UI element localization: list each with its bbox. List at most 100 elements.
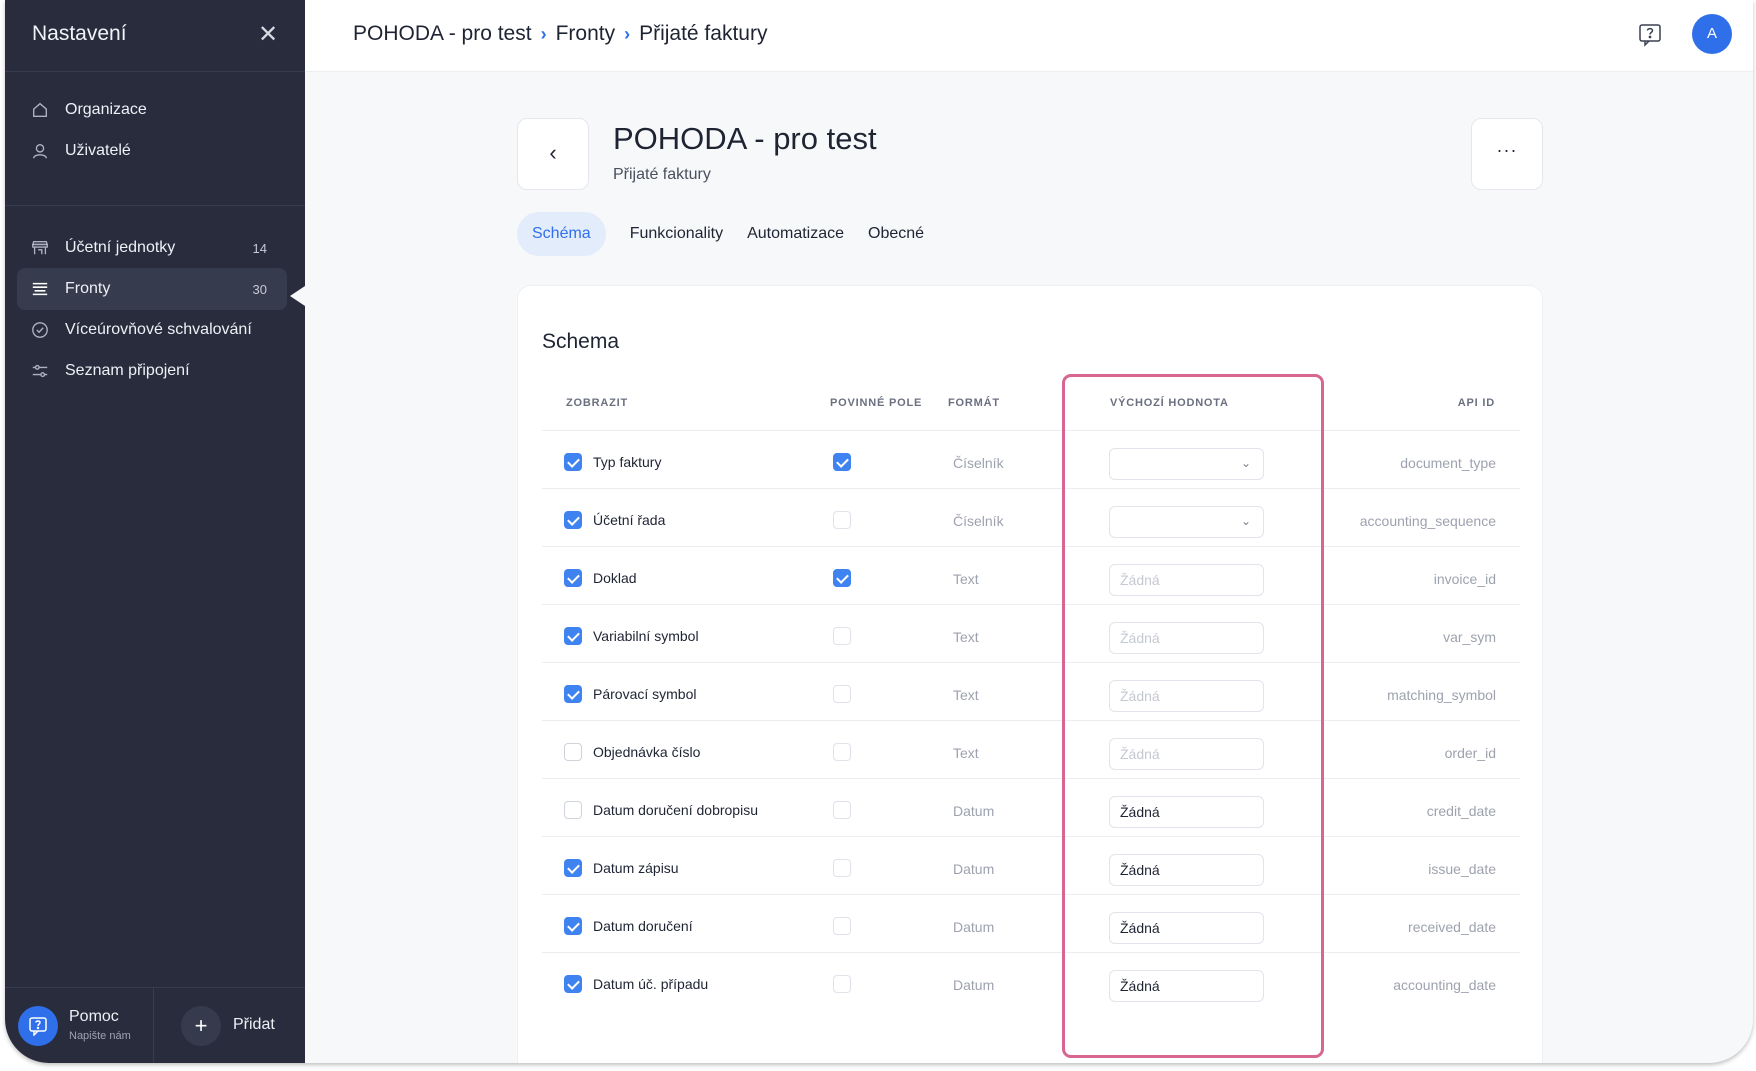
chat-help-icon <box>1639 24 1661 47</box>
column-header-required: POVINNÉ POLE <box>830 397 923 409</box>
sidebar-item-fronty[interactable]: Fronty 30 <box>17 268 287 310</box>
required-checkbox[interactable] <box>833 569 851 587</box>
field-name: Variabilní symbol <box>593 628 699 644</box>
show-checkbox[interactable] <box>564 627 582 645</box>
show-checkbox[interactable] <box>564 569 582 587</box>
tab-funkcionality[interactable]: Funkcionality <box>618 212 735 256</box>
api-id: received_date <box>1408 919 1496 935</box>
required-checkbox[interactable] <box>833 917 851 935</box>
sidebar-item-organizace[interactable]: Organizace <box>17 89 287 131</box>
table-row: Párovací symbol Text Žádná matching_symbol <box>542 662 1520 727</box>
add-label[interactable]: Přidat <box>233 1016 275 1034</box>
breadcrumb-item-account[interactable]: POHODA - pro test <box>353 22 532 46</box>
sidebar-item-label: Seznam připojení <box>65 362 190 379</box>
user-icon <box>30 141 50 161</box>
sidebar-item-label: Organizace <box>65 101 147 118</box>
help-button[interactable] <box>18 1006 58 1046</box>
column-header-format: FORMÁT <box>948 397 1000 409</box>
list-icon <box>30 279 50 299</box>
api-id: order_id <box>1444 745 1496 761</box>
default-value-select[interactable]: ⌄ <box>1109 506 1264 538</box>
app-window: Nastavení ✕ Organizace Uživatelé Účetní … <box>5 0 1753 1063</box>
page-title: POHODA - pro test <box>613 121 877 156</box>
required-checkbox[interactable] <box>833 859 851 877</box>
api-id: credit_date <box>1426 803 1496 819</box>
show-checkbox[interactable] <box>564 511 582 529</box>
sidebar-item-label: Účetní jednotky <box>65 239 176 256</box>
tab-automatizace[interactable]: Automatizace <box>735 212 856 256</box>
sidebar-item-ucetni-jednotky[interactable]: Účetní jednotky 14 <box>17 227 287 269</box>
default-value-input[interactable]: Žádná <box>1109 970 1264 1002</box>
field-name: Datum doručení <box>593 918 693 934</box>
tab-schema[interactable]: Schéma <box>517 212 606 256</box>
field-format: Datum <box>953 977 995 993</box>
show-checkbox[interactable] <box>564 917 582 935</box>
required-checkbox[interactable] <box>833 743 851 761</box>
default-value-input[interactable]: Žádná <box>1109 564 1264 596</box>
required-checkbox[interactable] <box>833 685 851 703</box>
show-checkbox[interactable] <box>564 801 582 819</box>
table-row: Doklad Text Žádná invoice_id <box>542 546 1520 611</box>
more-options-button[interactable]: ··· <box>1471 118 1543 190</box>
chevron-left-icon: ‹ <box>549 140 557 165</box>
sliders-icon <box>30 361 50 381</box>
help-subtitle: Napište nám <box>69 1030 131 1042</box>
column-header-api-id: API ID <box>1457 397 1495 409</box>
field-format: Číselník <box>953 513 1004 529</box>
sidebar-item-label: Víceúrovňové schvalování <box>65 321 252 338</box>
field-name: Objednávka číslo <box>593 744 701 760</box>
table-row: Datum doručení Datum Žádná received_date <box>542 894 1520 959</box>
default-value-input[interactable]: Žádná <box>1109 680 1264 712</box>
field-name: Datum doručení dobropisu <box>593 802 758 818</box>
field-format: Datum <box>953 919 995 935</box>
store-icon <box>30 238 50 258</box>
help-chat-button[interactable] <box>1637 22 1665 50</box>
plus-icon: + <box>194 1013 208 1038</box>
show-checkbox[interactable] <box>564 685 582 703</box>
chevron-right-icon: › <box>540 23 547 44</box>
field-name: Typ faktury <box>593 454 662 470</box>
show-checkbox[interactable] <box>564 743 582 761</box>
breadcrumb-item-queues[interactable]: Fronty <box>556 22 616 46</box>
breadcrumb: POHODA - pro test › Fronty › Přijaté fak… <box>353 22 767 46</box>
default-value-input[interactable]: Žádná <box>1109 622 1264 654</box>
help-title[interactable]: Pomoc <box>69 1008 119 1026</box>
sidebar-item-viceurovnove-schvalovani[interactable]: Víceúrovňové schvalování <box>17 309 287 351</box>
schema-title: Schema <box>542 330 620 353</box>
default-value-select[interactable]: ⌄ <box>1109 448 1264 480</box>
back-button[interactable]: ‹ <box>517 118 589 190</box>
count-badge: 14 <box>252 240 267 256</box>
schema-card: Schema ZOBRAZIT POVINNÉ POLE FORMÁT VÝCH… <box>517 285 1543 1063</box>
api-id: issue_date <box>1428 861 1496 877</box>
default-value-input[interactable]: Žádná <box>1109 738 1264 770</box>
table-row: Typ faktury Číselník ⌄ document_type <box>542 430 1520 495</box>
show-checkbox[interactable] <box>564 453 582 471</box>
api-id: accounting_sequence <box>1359 513 1496 529</box>
required-checkbox[interactable] <box>833 801 851 819</box>
required-checkbox[interactable] <box>833 453 851 471</box>
default-value-input[interactable]: Žádná <box>1109 854 1264 886</box>
default-value-input[interactable]: Žádná <box>1109 796 1264 828</box>
field-name: Datum zápisu <box>593 860 679 876</box>
required-checkbox[interactable] <box>833 511 851 529</box>
show-checkbox[interactable] <box>564 859 582 877</box>
show-checkbox[interactable] <box>564 975 582 993</box>
api-id: var_sym <box>1443 629 1496 645</box>
sidebar-item-uzivatele[interactable]: Uživatelé <box>17 130 287 172</box>
count-badge: 30 <box>252 281 267 297</box>
field-format: Datum <box>953 803 995 819</box>
required-checkbox[interactable] <box>833 975 851 993</box>
sidebar-group-general: Organizace Uživatelé <box>5 72 305 206</box>
avatar[interactable]: A <box>1692 14 1732 54</box>
default-value-input[interactable]: Žádná <box>1109 912 1264 944</box>
add-button[interactable]: + <box>181 1006 221 1046</box>
page-subtitle: Přijaté faktury <box>613 166 711 183</box>
required-checkbox[interactable] <box>833 627 851 645</box>
close-icon[interactable]: ✕ <box>253 20 283 50</box>
tab-obecne[interactable]: Obecné <box>856 212 936 256</box>
breadcrumb-item-current: Přijaté faktury <box>639 22 768 45</box>
chat-help-icon <box>29 1017 47 1036</box>
sidebar-item-seznam-pripojeni[interactable]: Seznam připojení <box>17 350 287 392</box>
column-header-show: ZOBRAZIT <box>566 397 629 409</box>
active-indicator <box>290 286 305 306</box>
